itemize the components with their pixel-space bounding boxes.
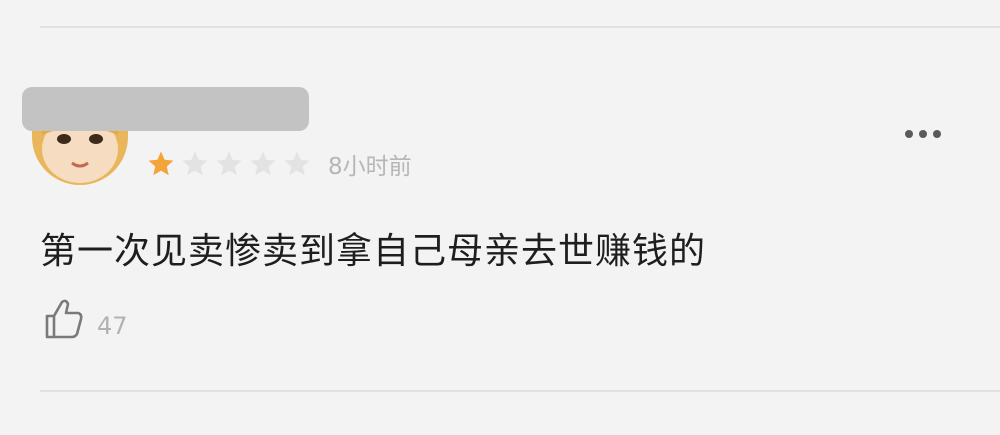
top-divider [40,26,1000,28]
more-options-button[interactable] [905,130,941,138]
star-filled-icon [148,151,174,176]
like-count: 47 [97,312,128,340]
star-empty-icon [216,151,242,176]
review-comment: 第一次见卖惨卖到拿自己母亲去世赚钱的 [40,231,707,272]
rating-stars [146,149,312,179]
like-button[interactable] [44,298,84,340]
star-empty-icon [250,151,276,176]
star-empty-icon [284,151,310,176]
more-dot [905,130,913,138]
more-dot [933,130,941,138]
star-empty-icon [182,151,208,176]
more-dot [919,130,927,138]
review-time: 8小时前 [328,154,412,180]
thumbs-up-icon [45,299,83,339]
username-redacted [22,87,309,131]
bottom-divider [40,390,1000,392]
